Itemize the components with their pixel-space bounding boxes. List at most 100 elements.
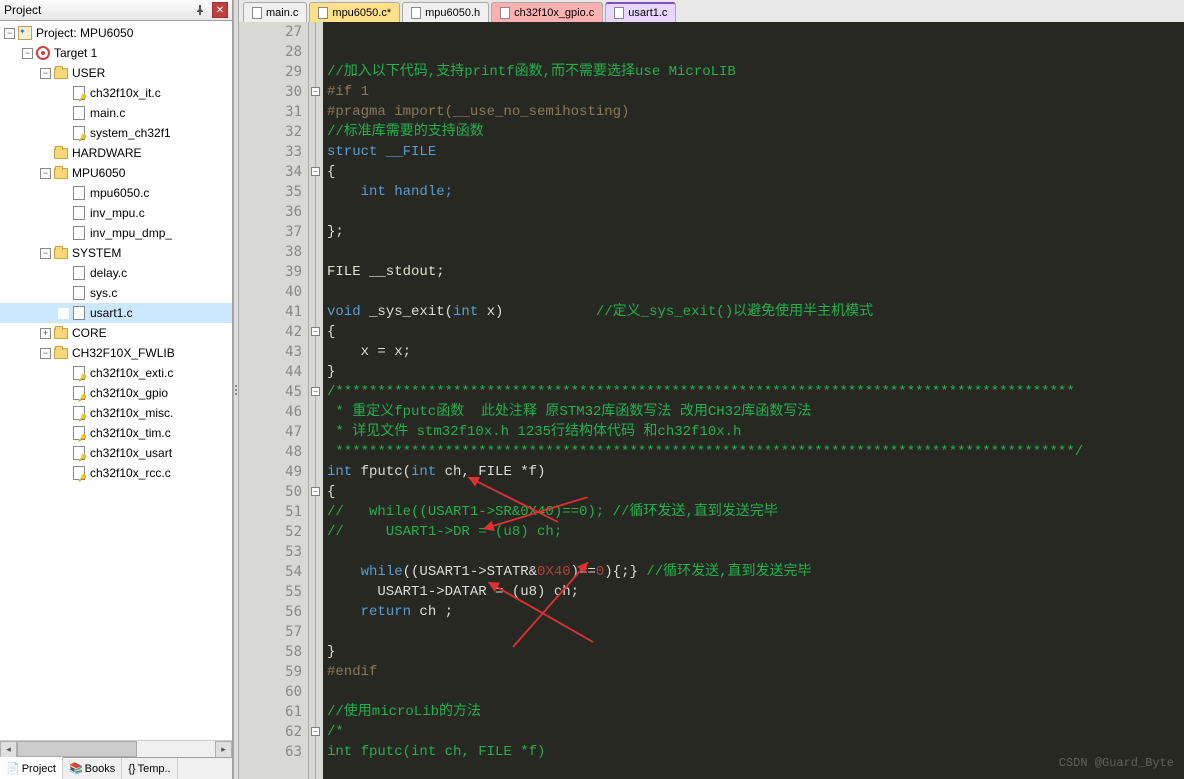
tree-item-label: inv_mpu_dmp_ [90, 226, 172, 240]
tree-item[interactable]: usart1.c [0, 303, 232, 323]
expand-icon[interactable]: + [40, 328, 51, 339]
tree-item-label: CORE [72, 326, 107, 340]
scroll-left-icon[interactable]: ◂ [0, 741, 17, 758]
expand-icon[interactable]: − [40, 348, 51, 359]
tree-item-label: delay.c [90, 266, 127, 280]
tab-label: main.c [266, 7, 298, 19]
scroll-right-icon[interactable]: ▸ [215, 741, 232, 758]
tab-label: usart1.c [628, 7, 667, 19]
tree-item[interactable]: ch32f10x_rcc.c [0, 463, 232, 483]
watermark: CSDN @Guard_Byte [1059, 753, 1174, 773]
expand-icon [58, 108, 69, 119]
file-key-icon [71, 125, 87, 141]
editor-tabs: main.c mpu6050.c* mpu6050.h ch32f10x_gpio.c… [239, 0, 1184, 22]
fold-icon[interactable]: − [311, 327, 320, 336]
project-panel: Project ✕ −Project: MPU6050−Target 1−USE… [0, 0, 233, 779]
folder-icon [53, 345, 69, 361]
tree-item[interactable]: ch32f10x_exti.c [0, 363, 232, 383]
close-icon[interactable]: ✕ [212, 2, 228, 18]
file-icon [71, 285, 87, 301]
pin-icon[interactable] [192, 2, 208, 18]
tree-item[interactable]: main.c [0, 103, 232, 123]
btab-books[interactable]: 📚 Books [63, 758, 122, 779]
tree-item[interactable]: − USER [0, 63, 232, 83]
file-icon [71, 105, 87, 121]
tab-label: mpu6050.c* [332, 7, 391, 19]
target-icon [35, 45, 51, 61]
tree-item-label: Target 1 [54, 46, 97, 60]
folder-icon [53, 245, 69, 261]
btab-temp[interactable]: {} Temp.. [122, 758, 177, 779]
file-key-icon [71, 425, 87, 441]
editor-tab[interactable]: mpu6050.h [402, 2, 489, 22]
expand-icon[interactable]: − [40, 168, 51, 179]
panel-title: Project [4, 3, 192, 17]
editor-tab[interactable]: ch32f10x_gpio.c [491, 2, 603, 22]
tree-item[interactable]: − CH32F10X_FWLIB [0, 343, 232, 363]
file-key-icon [71, 445, 87, 461]
btab-project[interactable]: 📄 Project [0, 757, 63, 779]
file-icon [500, 7, 510, 19]
tree-item[interactable]: ch32f10x_usart [0, 443, 232, 463]
panel-bottom-tabs: 📄 Project 📚 Books {} Temp.. [0, 757, 232, 779]
fold-icon[interactable]: − [311, 387, 320, 396]
tree-item-label: CH32F10X_FWLIB [72, 346, 175, 360]
tree-item-label: ch32f10x_usart [90, 446, 172, 460]
expand-icon [58, 188, 69, 199]
fold-icon[interactable]: − [311, 87, 320, 96]
tree-item[interactable]: ch32f10x_it.c [0, 83, 232, 103]
folder-icon [53, 145, 69, 161]
file-key-icon [71, 465, 87, 481]
tree-item[interactable]: + CORE [0, 323, 232, 343]
tree-item[interactable]: sys.c [0, 283, 232, 303]
tree-item[interactable]: inv_mpu.c [0, 203, 232, 223]
editor-tab[interactable]: mpu6050.c* [309, 2, 400, 22]
expand-icon[interactable]: − [40, 68, 51, 79]
tree-item[interactable]: −Project: MPU6050 [0, 23, 232, 43]
tree-item[interactable]: ch32f10x_gpio [0, 383, 232, 403]
editor-body: 2728293031323334353637383940414243444546… [239, 22, 1184, 779]
editor-area: main.c mpu6050.c* mpu6050.h ch32f10x_gpio.c… [239, 0, 1184, 779]
editor-tab[interactable]: usart1.c [605, 2, 676, 22]
editor-tab[interactable]: main.c [243, 2, 307, 22]
expand-icon [40, 148, 51, 159]
file-icon [252, 7, 262, 19]
fold-icon[interactable]: − [311, 487, 320, 496]
expand-icon [58, 368, 69, 379]
code-view[interactable]: //加入以下代码,支持printf函数,而不需要选择use MicroLIB#i… [323, 22, 1184, 779]
tree-item[interactable]: − SYSTEM [0, 243, 232, 263]
tree-item[interactable]: delay.c [0, 263, 232, 283]
project-tree[interactable]: −Project: MPU6050−Target 1−USERch32f10x_… [0, 21, 232, 740]
tree-item[interactable]: mpu6050.c [0, 183, 232, 203]
expand-icon[interactable]: − [22, 48, 33, 59]
expand-icon [58, 288, 69, 299]
hscrollbar[interactable]: ◂ ▸ [0, 740, 232, 757]
expand-icon[interactable]: − [40, 248, 51, 259]
expand-icon [58, 408, 69, 419]
expand-icon [58, 268, 69, 279]
expand-icon [58, 388, 69, 399]
tree-item[interactable]: ch32f10x_misc. [0, 403, 232, 423]
expand-icon [58, 308, 69, 319]
tree-item[interactable]: system_ch32f1 [0, 123, 232, 143]
panel-header: Project ✕ [0, 0, 232, 21]
tree-item[interactable]: HARDWARE [0, 143, 232, 163]
tree-item-label: USER [72, 66, 105, 80]
expand-icon [58, 228, 69, 239]
tree-item-label: SYSTEM [72, 246, 121, 260]
tree-item[interactable]: inv_mpu_dmp_ [0, 223, 232, 243]
scroll-thumb[interactable] [17, 741, 137, 757]
fold-icon[interactable]: − [311, 727, 320, 736]
tree-item[interactable]: −MPU6050 [0, 163, 232, 183]
expand-icon [58, 208, 69, 219]
folder-icon [53, 325, 69, 341]
fold-column[interactable]: − − − − − − [309, 22, 323, 779]
file-icon [71, 185, 87, 201]
tree-item[interactable]: − Target 1 [0, 43, 232, 63]
scroll-track[interactable] [17, 741, 215, 757]
fold-icon[interactable]: − [311, 167, 320, 176]
tree-item[interactable]: ch32f10x_tim.c [0, 423, 232, 443]
expand-icon [58, 428, 69, 439]
tab-label: mpu6050.h [425, 7, 480, 19]
expand-icon[interactable]: − [4, 28, 15, 39]
